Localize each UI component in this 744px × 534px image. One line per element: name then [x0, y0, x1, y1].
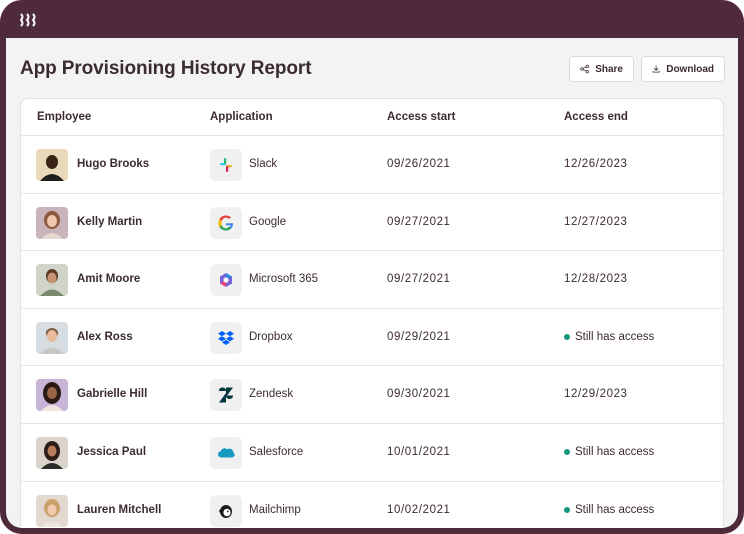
- download-button[interactable]: Download: [641, 56, 725, 82]
- access-start: 09/30/2021: [387, 388, 451, 401]
- access-status: Still has access: [564, 446, 654, 458]
- access-end: Still has access: [575, 330, 655, 343]
- access-end: 12/28/2023: [564, 273, 628, 286]
- employee-name: Hugo Brooks: [77, 158, 150, 170]
- share-icon: [580, 64, 589, 74]
- google-icon: [210, 206, 242, 239]
- avatar: [36, 149, 68, 181]
- access-end: 12/26/2023: [564, 158, 628, 170]
- application-name: Google: [249, 215, 287, 228]
- access-end: 12/29/2023: [564, 388, 628, 401]
- table-row[interactable]: Gabrielle Hill Zendesk 09/30/2021 12/29/…: [21, 366, 723, 424]
- mailchimp-icon: [210, 494, 242, 527]
- table-row[interactable]: Kelly Martin Google 09/27/2021 12/27/202…: [21, 194, 723, 252]
- report-window: App Provisioning History Report Share Do…: [6, 38, 738, 528]
- access-end: 12/27/2023: [564, 215, 628, 228]
- avatar: [36, 494, 68, 527]
- access-start: 10/02/2021: [387, 503, 451, 516]
- employee-name: Jessica Paul: [77, 445, 147, 458]
- share-label: Share: [595, 63, 623, 75]
- page-title: App Provisioning History Report: [20, 58, 312, 79]
- avatar: [36, 206, 68, 239]
- access-start: 09/29/2021: [387, 330, 451, 343]
- zendesk-icon: [210, 379, 242, 412]
- access-end: Still has access: [575, 445, 655, 458]
- access-start: 10/01/2021: [387, 445, 451, 458]
- application-name: Zendesk: [249, 388, 294, 401]
- employee-name: Alex Ross: [77, 330, 133, 343]
- table-row[interactable]: Alex Ross Dropbox 09/29/2021 Still has a…: [21, 309, 723, 367]
- dropbox-icon: [210, 321, 242, 354]
- microsoft-365-icon: [210, 264, 242, 297]
- employee-name: Amit Moore: [77, 273, 141, 286]
- application-name: Mailchimp: [249, 503, 301, 516]
- column-header-access-end[interactable]: Access end: [564, 111, 628, 123]
- avatar: [36, 321, 68, 354]
- column-header-employee[interactable]: Employee: [37, 111, 91, 123]
- status-dot: [564, 333, 570, 340]
- column-header-access-start[interactable]: Access start: [387, 111, 455, 123]
- table-row[interactable]: Hugo Brooks Slack 09/26/2021 12/26/2023: [21, 136, 723, 194]
- download-icon: [652, 65, 660, 73]
- employee-name: Lauren Mitchell: [77, 503, 162, 516]
- column-header-application[interactable]: Application: [210, 111, 273, 123]
- access-start: 09/27/2021: [387, 273, 451, 286]
- download-label: Download: [666, 63, 714, 75]
- table-header: Employee Application Access start Access…: [21, 99, 723, 136]
- application-name: Dropbox: [249, 330, 293, 343]
- status-dot: [564, 506, 570, 513]
- share-button[interactable]: Share: [569, 56, 634, 82]
- avatar: [36, 379, 68, 412]
- table-row[interactable]: Amit Moore Microsoft 365 09/27/2021 12/2…: [21, 251, 723, 309]
- access-end: Still has access: [575, 503, 655, 516]
- application-name: Microsoft 365: [249, 273, 319, 286]
- title-bar: [0, 0, 744, 38]
- employee-name: Gabrielle Hill: [77, 388, 148, 401]
- access-start: 09/26/2021: [387, 158, 451, 170]
- avatar: [36, 436, 68, 469]
- app-frame: App Provisioning History Report Share Do…: [0, 0, 744, 534]
- application-name: Slack: [249, 158, 278, 170]
- table-row[interactable]: Jessica Paul Salesforce 10/01/2021 Still…: [21, 424, 723, 482]
- employee-name: Kelly Martin: [77, 215, 143, 228]
- application-name: Salesforce: [249, 445, 304, 458]
- access-status: Still has access: [564, 331, 654, 343]
- access-start: 09/27/2021: [387, 215, 451, 228]
- table-row[interactable]: Lauren Mitchell Mailchimp 10/02/2021 Sti…: [21, 482, 723, 528]
- avatar: [36, 264, 68, 297]
- slack-icon: [210, 149, 242, 181]
- rippling-logo-icon: [20, 13, 36, 27]
- report-table: Employee Application Access start Access…: [20, 98, 724, 528]
- salesforce-icon: [210, 436, 242, 469]
- access-status: Still has access: [564, 504, 654, 516]
- status-dot: [564, 448, 570, 455]
